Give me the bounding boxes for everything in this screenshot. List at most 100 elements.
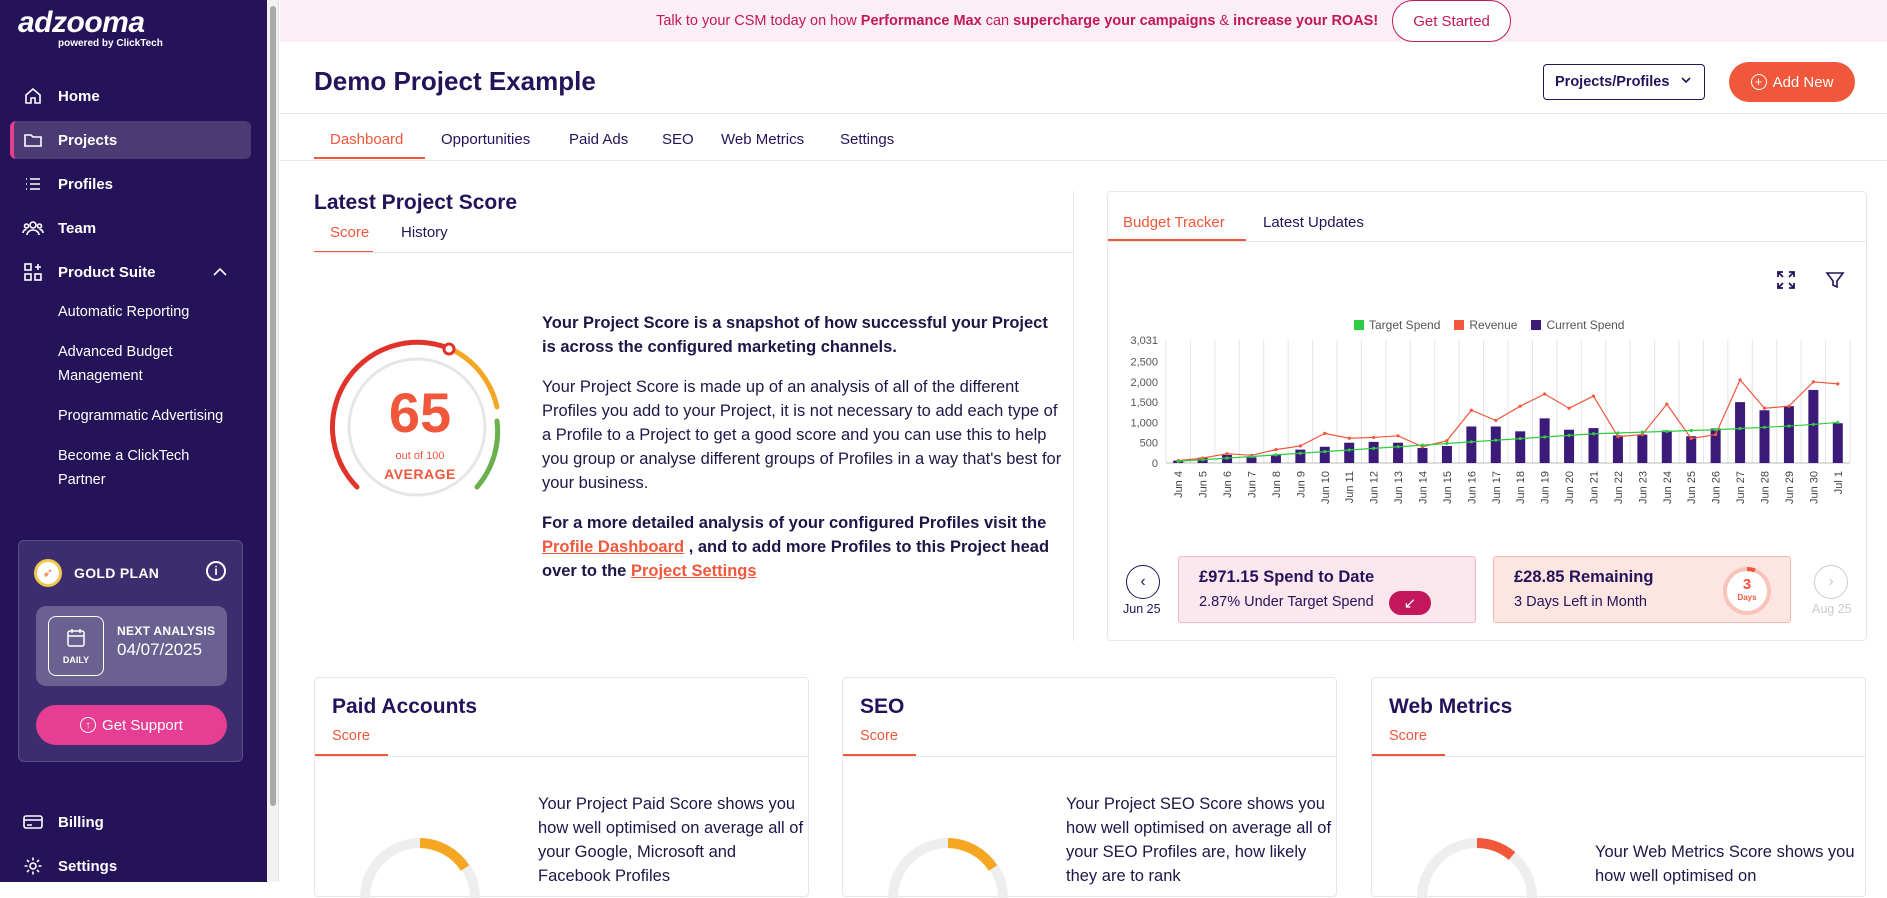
prev-month-button[interactable]: ‹ [1126,565,1160,599]
sidebar-scrollbar[interactable] [267,0,279,882]
tab-paid-ads[interactable]: Paid Ads [569,131,628,148]
sidebar-item-home[interactable]: Home [10,77,251,115]
sidebar-sub-programmatic[interactable]: Programmatic Advertising [58,404,258,428]
card-description: Your Project SEO Score shows you how wel… [1066,795,1332,885]
sidebar-item-billing[interactable]: Billing [10,803,251,841]
paid-accounts-card: Paid Accounts Score Your Project Paid Sc… [314,677,809,898]
profile-dashboard-link[interactable]: Profile Dashboard [542,538,684,556]
projects-profiles-select[interactable]: Projects/Profiles [1543,64,1705,100]
tab-latest-updates[interactable]: Latest Updates [1263,214,1364,231]
tab-seo[interactable]: SEO [662,131,694,148]
legend-swatch [1454,320,1465,330]
card-description: Your Web Metrics Score shows you how wel… [1595,843,1855,885]
target-point [1738,426,1742,431]
budget-chart: 0 500 1,000 1,500 2,000 2,500 3,031 Jun 4 Jun 5 J… [1130,335,1851,504]
sidebar-item-projects[interactable]: Projects [10,121,251,159]
history-tab[interactable]: History [401,224,448,241]
spend-bar [1808,389,1819,463]
sidebar-item-label: Profiles [58,175,114,193]
sidebar-sub-clicktech-partner[interactable]: Become a ClickTech Partner [58,444,208,492]
frequency-label: DAILY [62,655,90,665]
banner-bold-1: Performance Max [860,13,982,29]
revenue-point [1396,434,1400,438]
seo-card: SEO Score Your Project SEO Score shows y… [842,677,1337,898]
x-tick-label: Jun 6 [1222,471,1234,498]
card-score-tab[interactable]: Score [332,728,370,744]
target-point [1249,454,1254,459]
sidebar-sub-automatic-reporting[interactable]: Automatic Reporting [58,300,258,324]
under-target: 2.87% Under Target Spend [1199,594,1374,610]
days-number: 3 [1742,576,1752,593]
sidebar-item-team[interactable]: Team [10,209,251,247]
target-point [1347,448,1351,452]
revenue-point [1738,378,1742,382]
tab-settings[interactable]: Settings [840,131,894,148]
tab-dashboard[interactable]: Dashboard [330,131,403,148]
target-point [1836,420,1840,425]
next-analysis-label: NEXT ANALYSIS [117,624,216,638]
revenue-point [1543,392,1547,396]
target-point [1518,437,1522,441]
add-new-button[interactable]: + Add New [1729,62,1855,102]
logo[interactable]: adzooma powered by ClickTech [18,6,163,49]
x-tick-label: Jun 22 [1613,471,1625,504]
target-point [1396,445,1400,449]
get-support-button[interactable]: ↑ Get Support [36,705,227,745]
web-metrics-card: Web Metrics Score Your Web Metrics Score… [1371,677,1866,898]
spend-bar [1344,442,1355,463]
filter-icon[interactable] [1825,270,1845,295]
spend-bar [1612,435,1623,463]
y-tick-label: 1,000 [1130,417,1158,429]
paid-score-gauge [360,838,480,898]
x-tick-label: Jun 14 [1418,471,1430,504]
target-point [1445,441,1449,446]
calendar-icon: DAILY [48,616,104,676]
sidebar-item-label: Settings [58,857,118,875]
x-tick-label: Jun 29 [1784,471,1796,504]
project-settings-link[interactable]: Project Settings [631,562,757,580]
plus-circle-icon: + [1750,74,1767,90]
list-icon [22,173,44,195]
card-tab-divider [1372,756,1865,757]
sidebar-sub-advanced-budget[interactable]: Advanced Budget Management [58,340,208,388]
sidebar-item-profiles[interactable]: Profiles [10,165,251,203]
chevron-up-icon[interactable] [213,264,227,281]
x-tick-label: Jun 4 [1173,471,1185,498]
scrollbar-thumb[interactable] [270,6,276,806]
budget-tracker-panel: Budget Tracker Latest Updates Target Spe… [1107,191,1867,641]
revenue-point [1518,404,1522,408]
tab-opportunities[interactable]: Opportunities [441,131,530,148]
spend-bar [1661,430,1672,463]
info-icon[interactable]: i [206,561,226,581]
y-tick-label: 2,500 [1130,357,1158,369]
target-point [1494,438,1498,442]
expand-icon[interactable] [1776,270,1796,295]
add-new-label: Add New [1772,73,1834,91]
sidebar-item-product-suite[interactable]: Product Suite [10,253,251,291]
promo-banner: Talk to your CSM today on how Performanc… [280,0,1887,42]
score-description-3: For a more detailed analysis of your con… [542,511,1062,583]
y-tick-label: 3,031 [1130,335,1158,347]
revenue-point [1836,382,1840,386]
card-score-tab[interactable]: Score [860,728,898,744]
score-tab[interactable]: Score [330,224,369,241]
spend-to-date-card: £971.15 Spend to Date 2.87% Under Target… [1178,556,1476,623]
y-tick-label: 1,500 [1130,397,1158,409]
tab-web-metrics[interactable]: Web Metrics [721,131,804,148]
x-tick-label: Jun 19 [1540,471,1552,504]
x-tick-label: Jun 26 [1711,471,1723,504]
support-label: Get Support [102,716,183,734]
tab-budget-tracker[interactable]: Budget Tracker [1123,214,1225,231]
spend-bar [1319,446,1330,463]
score-section-title: Latest Project Score [314,191,518,214]
revenue-point [1665,402,1669,406]
target-point [1616,431,1620,435]
plan-header: ➶ GOLD PLAN [34,559,159,587]
get-started-button[interactable]: Get Started [1392,0,1511,42]
x-tick-label: Jun 28 [1760,471,1772,504]
card-score-tab[interactable]: Score [1389,728,1427,744]
project-tabs: Dashboard Opportunities Paid Ads SEO Web… [280,115,1887,161]
next-analysis-card: DAILY NEXT ANALYSIS 04/07/2025 [36,606,227,686]
next-month-button[interactable]: › [1814,565,1848,599]
sidebar-item-settings[interactable]: Settings [10,847,251,885]
